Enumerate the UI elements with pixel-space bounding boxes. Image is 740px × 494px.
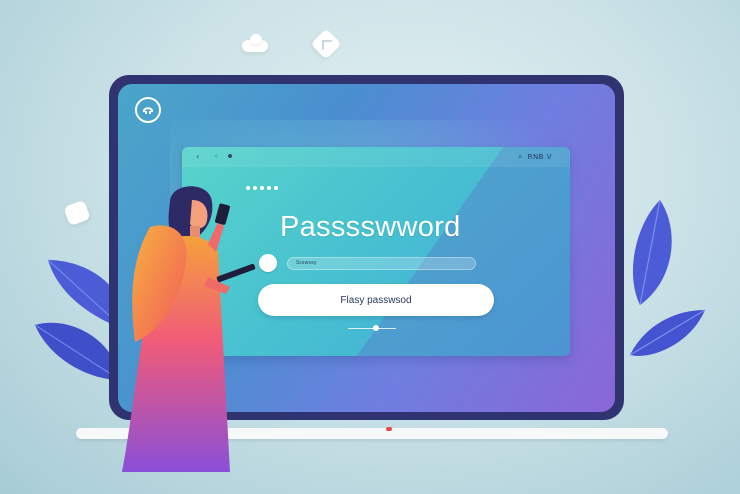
dot-icon — [228, 154, 232, 158]
leaf-right-icon — [629, 199, 706, 356]
password-input[interactable]: Ssswssy — [287, 257, 476, 270]
diamond-inner — [322, 40, 332, 50]
cloud-icon — [250, 34, 262, 44]
search-icon[interactable]: ⌕ — [518, 153, 522, 161]
dot-icon: ◦ — [214, 152, 219, 161]
radio-toggle[interactable] — [259, 254, 277, 272]
laptop-notch — [386, 427, 392, 431]
page-title: Passsswword — [280, 211, 461, 243]
headset-circle-icon[interactable] — [135, 97, 161, 123]
chevron-left-icon[interactable]: ‹ — [196, 153, 199, 161]
chat-bubble-icon — [63, 199, 91, 227]
submit-button[interactable]: Flasy passwsod — [258, 284, 494, 316]
woman-figure-illustration — [122, 186, 256, 472]
browser-status-text: RNB V — [527, 153, 552, 161]
slider-knob[interactable] — [373, 325, 379, 331]
slider-track — [348, 328, 396, 329]
browser-toolbar: ‹ ◦ ⌕ RNB V — [182, 147, 570, 167]
